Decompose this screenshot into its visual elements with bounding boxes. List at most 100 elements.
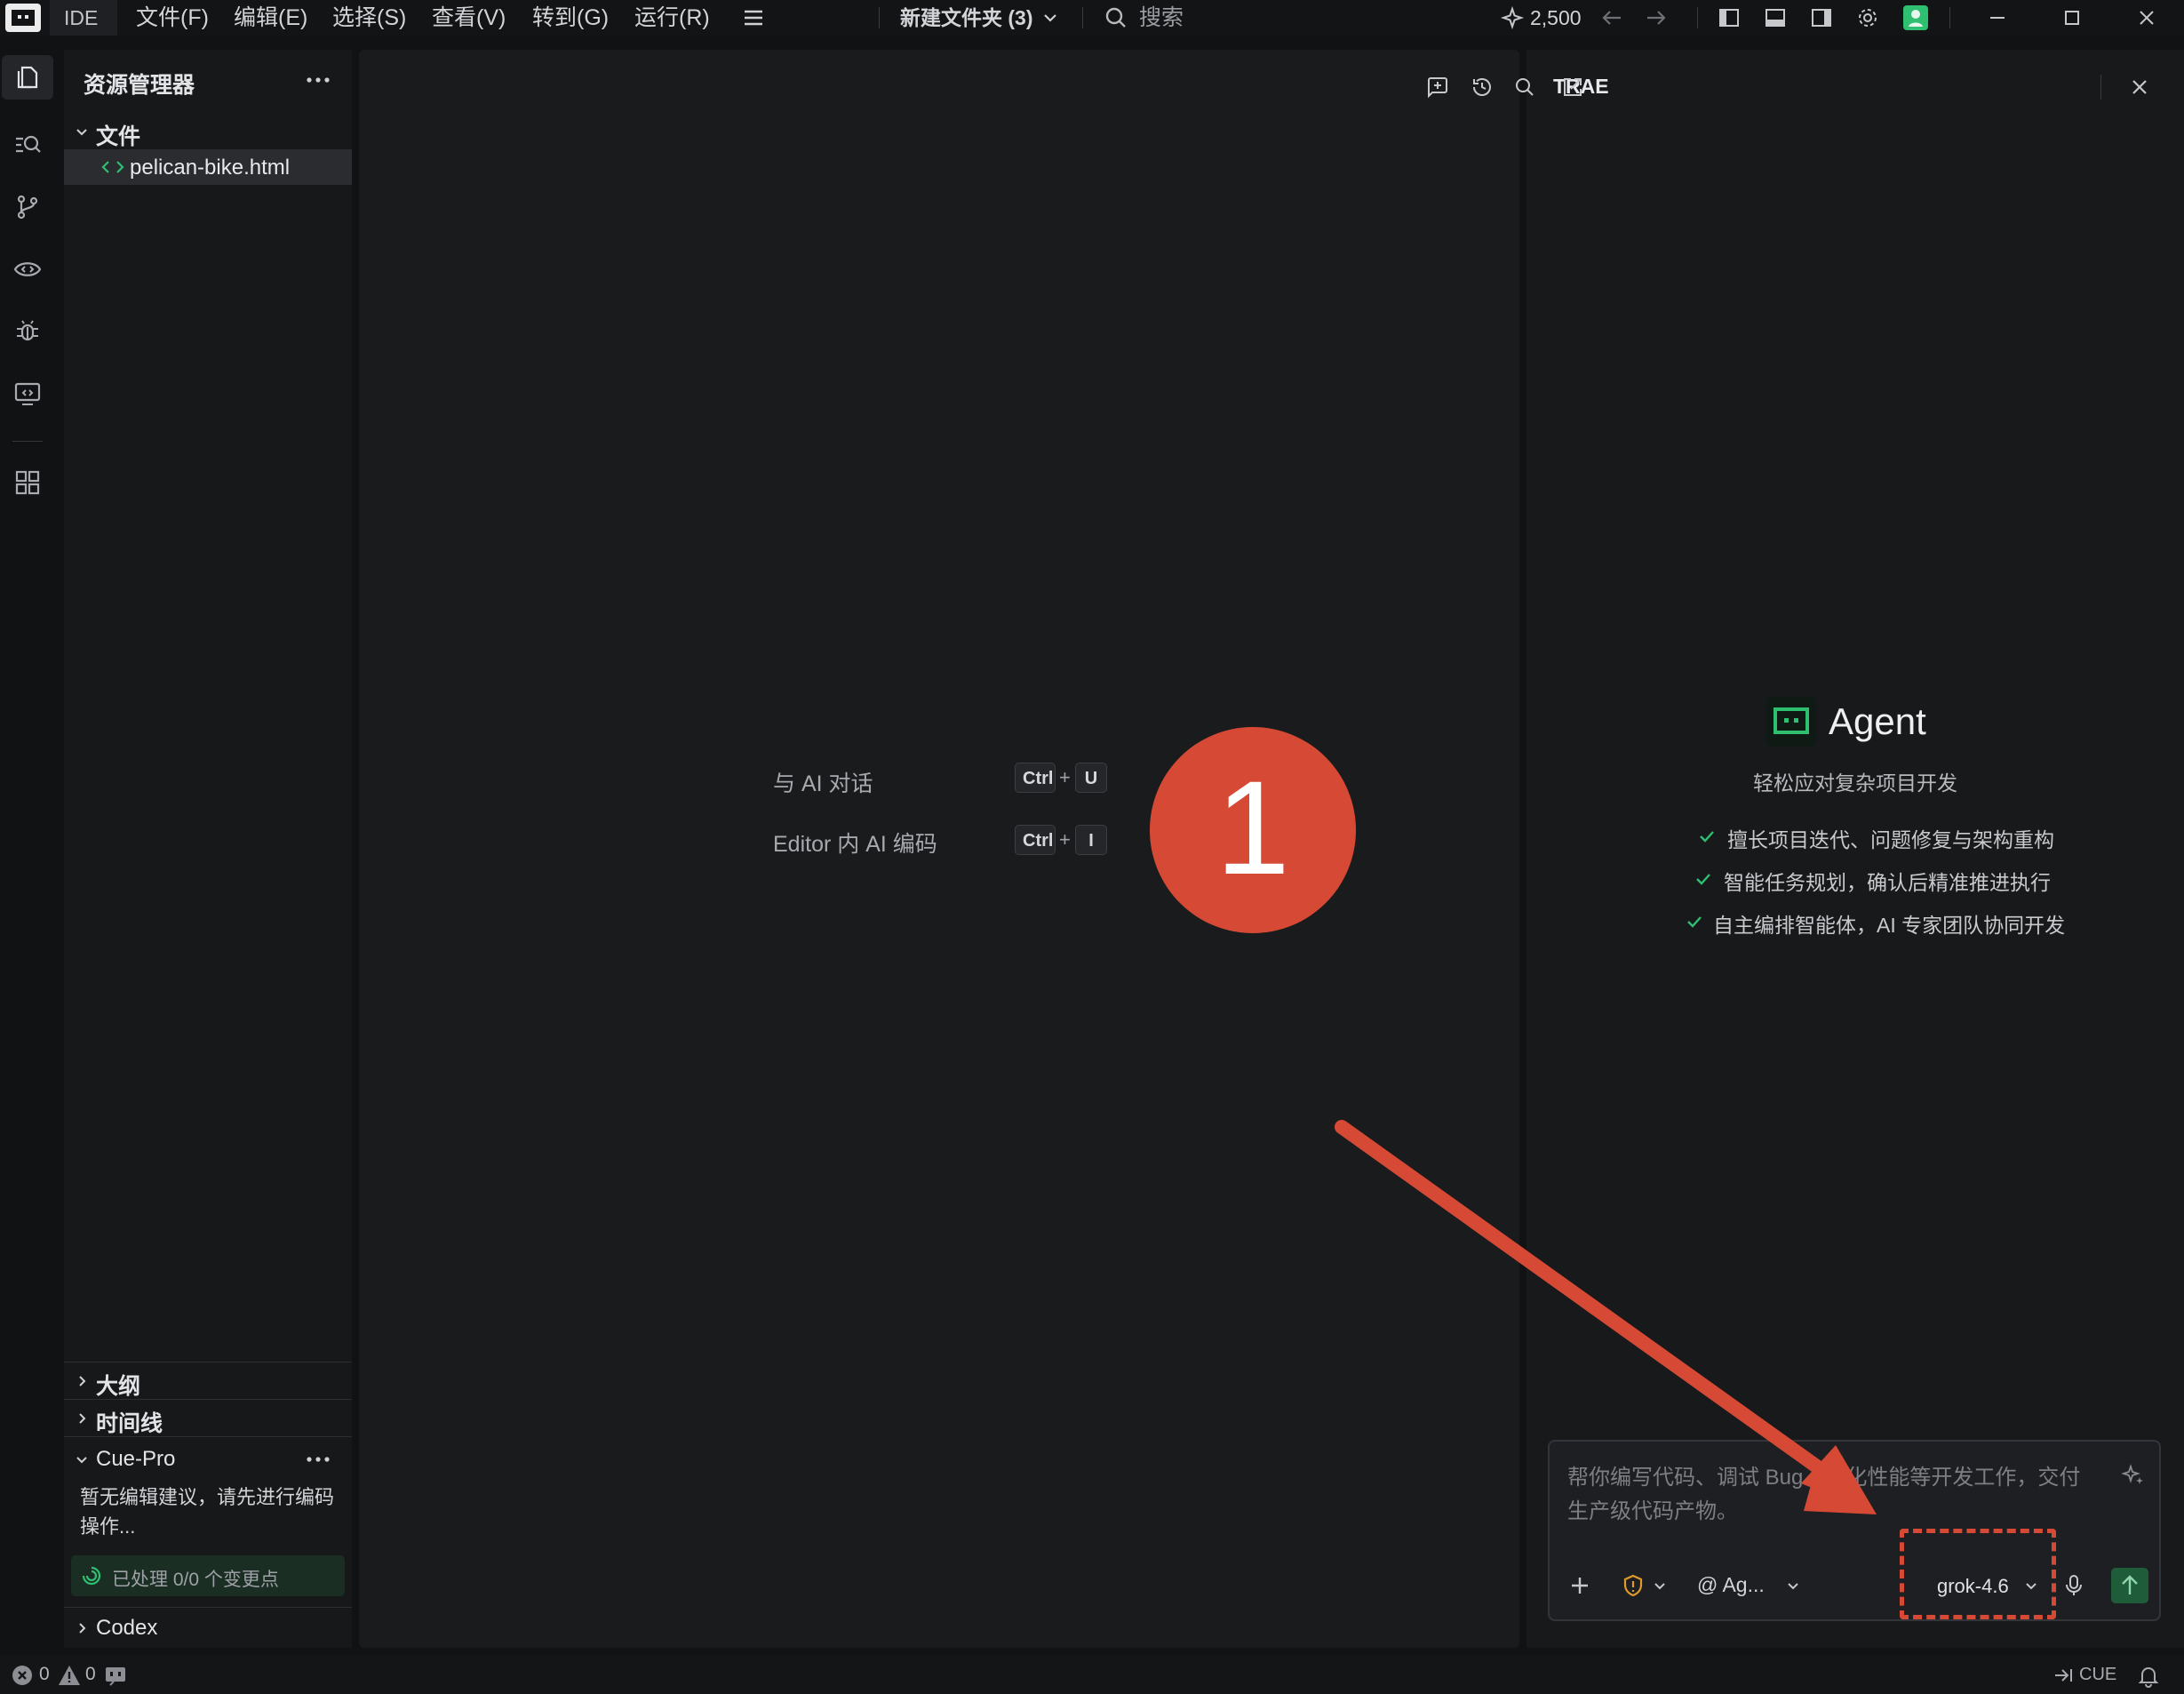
cue-pro-label: Cue-Pro (96, 1447, 176, 1471)
maximize-icon[interactable] (2058, 4, 2086, 32)
cue-pro-status-card: 已处理 0/0 个变更点 (71, 1555, 345, 1596)
preview-eye-icon[interactable] (12, 254, 43, 284)
chevron-down-icon[interactable] (1782, 1575, 1804, 1596)
chevron-right-icon (73, 1372, 91, 1390)
codex-section-header[interactable]: Codex (64, 1610, 352, 1646)
hint-inline-label: Editor 内 AI 编码 (773, 832, 937, 857)
warning-count[interactable]: 0 (85, 1664, 96, 1685)
ai-enhance-sparkle-icon[interactable] (2118, 1461, 2147, 1490)
cue-pro-section-header[interactable]: Cue-Pro (64, 1442, 352, 1477)
add-attachment-icon[interactable] (1566, 1571, 1594, 1600)
search-icon[interactable] (1102, 4, 1130, 32)
menu-file[interactable]: 文件(F) (136, 0, 209, 36)
gear-icon[interactable] (1853, 4, 1882, 32)
chevron-right-icon (73, 1410, 91, 1427)
separator (1697, 7, 1698, 28)
explorer-sidebar: 资源管理器 文件 pelican-bike.html 大纲 时间线 Cue-Pr… (64, 50, 352, 1648)
html-file-icon (100, 156, 126, 178)
files-section-header[interactable]: 文件 (64, 114, 352, 149)
history-icon[interactable] (1468, 73, 1496, 101)
feature-text: 擅长项目迭代、问题修复与架构重构 (1727, 828, 2054, 851)
chevron-down-icon[interactable] (1038, 4, 1066, 32)
workspace-name[interactable]: 新建文件夹 (3) (900, 0, 1033, 36)
more-options-icon[interactable] (302, 1445, 334, 1474)
agent-logo-icon (1766, 697, 1816, 747)
timeline-section-label: 时间线 (96, 1411, 163, 1436)
menu-view[interactable]: 查看(V) (432, 0, 506, 36)
model-highlight-box (1900, 1529, 2056, 1619)
agent-selector[interactable]: @ Ag... (1697, 1573, 1765, 1597)
search-code-icon[interactable] (12, 130, 43, 160)
minimize-icon[interactable] (1983, 4, 2012, 32)
step-number: 1 (1216, 753, 1290, 902)
ai-chat-panel: TRAE Agent 轻松应对复杂项目开发 擅长项目迭代、问题修复与架构重构 智… (1428, 50, 2184, 1648)
toggle-panel-icon[interactable] (1761, 4, 1789, 32)
more-menu-icon[interactable] (739, 4, 768, 32)
file-row-selected[interactable]: pelican-bike.html (64, 149, 352, 185)
new-chat-icon[interactable] (1423, 73, 1452, 101)
remote-monitor-icon[interactable] (12, 379, 43, 409)
cue-toggle-icon[interactable] (2052, 1664, 2076, 1687)
step-number-badge: 1 (1150, 727, 1356, 933)
microphone-icon[interactable] (2060, 1571, 2088, 1600)
more-options-icon[interactable] (302, 66, 334, 94)
codex-label: Codex (96, 1616, 158, 1640)
arrow-right-icon[interactable] (1642, 4, 1670, 32)
menu-edit[interactable]: 编辑(E) (234, 0, 307, 36)
status-bar: 0 0 CUE (0, 1655, 2184, 1694)
chat-input[interactable]: 帮你编写代码、调试 Bug、优化性能等开发工作，交付生产级代码产物。 (1567, 1461, 2100, 1529)
send-button[interactable] (2111, 1568, 2148, 1603)
chevron-down-icon[interactable] (1649, 1575, 1670, 1596)
toggle-right-panel-icon[interactable] (1807, 4, 1836, 32)
separator (2100, 75, 2101, 100)
cue-pro-status: 已处理 0/0 个变更点 (112, 1570, 279, 1590)
separator (1949, 7, 1950, 28)
menu-goto[interactable]: 转到(G) (532, 0, 609, 36)
toggle-sidebar-icon[interactable] (1715, 4, 1743, 32)
warning-icon[interactable] (57, 1664, 82, 1687)
separator (12, 441, 43, 442)
shortcut-key-ctrl: Ctrl (1015, 763, 1056, 793)
shortcut-key-ctrl: Ctrl (1015, 825, 1056, 855)
chevron-down-icon (73, 1450, 91, 1468)
separator (879, 7, 880, 28)
check-icon (1694, 869, 1713, 889)
sparkle-icon[interactable] (1498, 4, 1526, 32)
outline-section-header[interactable]: 大纲 (64, 1363, 352, 1399)
menu-select[interactable]: 选择(S) (332, 0, 406, 36)
close-icon[interactable] (2125, 73, 2154, 101)
search-input[interactable]: 搜索 (1139, 0, 1184, 36)
cue-status-label[interactable]: CUE (2079, 1665, 2116, 1685)
bell-icon[interactable] (2136, 1663, 2161, 1688)
avatar[interactable] (1901, 4, 1930, 32)
files-icon[interactable] (12, 62, 43, 92)
close-window-icon[interactable] (2132, 4, 2161, 32)
arrow-left-icon[interactable] (1598, 4, 1626, 32)
shield-icon[interactable] (1619, 1571, 1647, 1600)
chat-input-box[interactable]: 帮你编写代码、调试 Bug、优化性能等开发工作，交付生产级代码产物。 @ Ag.… (1548, 1440, 2161, 1621)
chevron-down-icon (73, 123, 91, 140)
agent-subtitle: 轻松应对复杂项目开发 (1753, 771, 1957, 795)
divider (64, 1436, 352, 1437)
shortcut-key-u: U (1075, 763, 1107, 793)
feature-text: 自主编排智能体，AI 专家团队协同开发 (1713, 914, 2066, 937)
shortcut-plus: + (1059, 766, 1071, 788)
open-external-icon[interactable] (1558, 73, 1587, 101)
outline-section-label: 大纲 (96, 1374, 141, 1399)
ide-mode-badge[interactable]: IDE (50, 0, 117, 36)
check-icon (1685, 912, 1704, 931)
error-count[interactable]: 0 (39, 1664, 50, 1685)
error-icon[interactable] (11, 1664, 34, 1687)
file-name: pelican-bike.html (130, 156, 291, 180)
cue-pro-message: 暂无编辑建议，请先进行编码操作... (80, 1486, 335, 1538)
debug-bug-icon[interactable] (12, 316, 43, 347)
hint-chat-label: 与 AI 对话 (773, 771, 873, 796)
menu-run[interactable]: 运行(R) (634, 0, 710, 36)
extensions-icon[interactable] (12, 467, 43, 498)
credits-count[interactable]: 2,500 (1530, 0, 1582, 36)
timeline-section-header[interactable]: 时间线 (64, 1401, 352, 1436)
terminal-chat-icon[interactable] (103, 1664, 128, 1687)
shortcut-key-i: I (1075, 825, 1107, 855)
search-icon[interactable] (1510, 73, 1539, 101)
source-control-icon[interactable] (12, 192, 43, 222)
